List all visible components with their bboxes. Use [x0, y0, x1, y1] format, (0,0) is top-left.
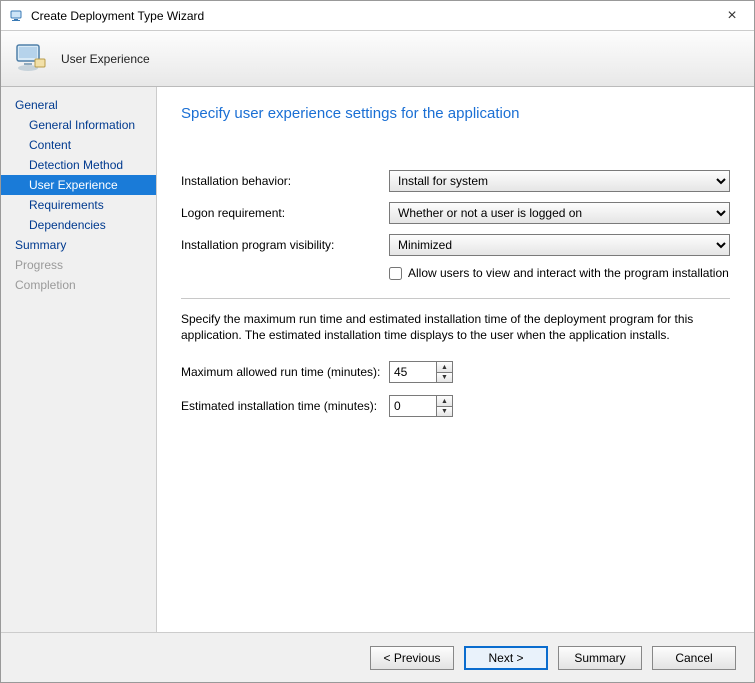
sidebar-item-general[interactable]: General [1, 95, 156, 115]
divider [181, 298, 730, 299]
allow-view-checkbox[interactable] [389, 267, 402, 280]
sidebar-item-content[interactable]: Content [1, 135, 156, 155]
header-subtitle: User Experience [61, 52, 150, 66]
footer: < Previous Next > Summary Cancel [1, 632, 754, 682]
est-install-spinner[interactable]: ▲ ▼ [389, 395, 453, 417]
logon-requirement-select[interactable]: Whether or not a user is logged on [389, 202, 730, 224]
header: User Experience [1, 31, 754, 87]
est-install-row: Estimated installation time (minutes): ▲… [181, 395, 730, 417]
max-runtime-up-icon[interactable]: ▲ [437, 362, 452, 373]
visibility-select[interactable]: Minimized [389, 234, 730, 256]
max-runtime-row: Maximum allowed run time (minutes): ▲ ▼ [181, 361, 730, 383]
max-runtime-spinner[interactable]: ▲ ▼ [389, 361, 453, 383]
logon-requirement-label: Logon requirement: [181, 206, 389, 220]
content: GeneralGeneral InformationContentDetecti… [1, 87, 754, 632]
visibility-row: Installation program visibility: Minimiz… [181, 234, 730, 256]
sidebar-item-detection-method[interactable]: Detection Method [1, 155, 156, 175]
est-install-label: Estimated installation time (minutes): [181, 399, 389, 413]
main-panel: Specify user experience settings for the… [157, 87, 754, 632]
close-icon[interactable]: × [718, 7, 746, 25]
sidebar-item-requirements[interactable]: Requirements [1, 195, 156, 215]
logon-requirement-row: Logon requirement: Whether or not a user… [181, 202, 730, 224]
max-runtime-down-icon[interactable]: ▼ [437, 373, 452, 383]
computer-icon [13, 41, 49, 77]
cancel-button[interactable]: Cancel [652, 646, 736, 670]
visibility-label: Installation program visibility: [181, 238, 389, 252]
next-button[interactable]: Next > [464, 646, 548, 670]
max-runtime-label: Maximum allowed run time (minutes): [181, 365, 389, 379]
window-title: Create Deployment Type Wizard [31, 9, 718, 23]
sidebar-item-general-information[interactable]: General Information [1, 115, 156, 135]
installation-behavior-label: Installation behavior: [181, 174, 389, 188]
summary-button[interactable]: Summary [558, 646, 642, 670]
timing-description: Specify the maximum run time and estimat… [181, 311, 730, 343]
titlebar: Create Deployment Type Wizard × [1, 1, 754, 31]
page-title: Specify user experience settings for the… [181, 105, 730, 122]
sidebar: GeneralGeneral InformationContentDetecti… [1, 87, 157, 632]
previous-button[interactable]: < Previous [370, 646, 454, 670]
est-install-input[interactable] [390, 396, 436, 416]
installation-behavior-row: Installation behavior: Install for syste… [181, 170, 730, 192]
max-runtime-input[interactable] [390, 362, 436, 382]
app-icon [9, 8, 25, 24]
sidebar-item-user-experience[interactable]: User Experience [1, 175, 156, 195]
sidebar-item-progress: Progress [1, 255, 156, 275]
sidebar-item-dependencies[interactable]: Dependencies [1, 215, 156, 235]
sidebar-item-summary[interactable]: Summary [1, 235, 156, 255]
allow-view-row: Allow users to view and interact with th… [389, 266, 730, 280]
est-install-up-icon[interactable]: ▲ [437, 396, 452, 407]
est-install-down-icon[interactable]: ▼ [437, 407, 452, 417]
allow-view-label: Allow users to view and interact with th… [408, 266, 729, 280]
sidebar-item-completion: Completion [1, 275, 156, 295]
installation-behavior-select[interactable]: Install for system [389, 170, 730, 192]
